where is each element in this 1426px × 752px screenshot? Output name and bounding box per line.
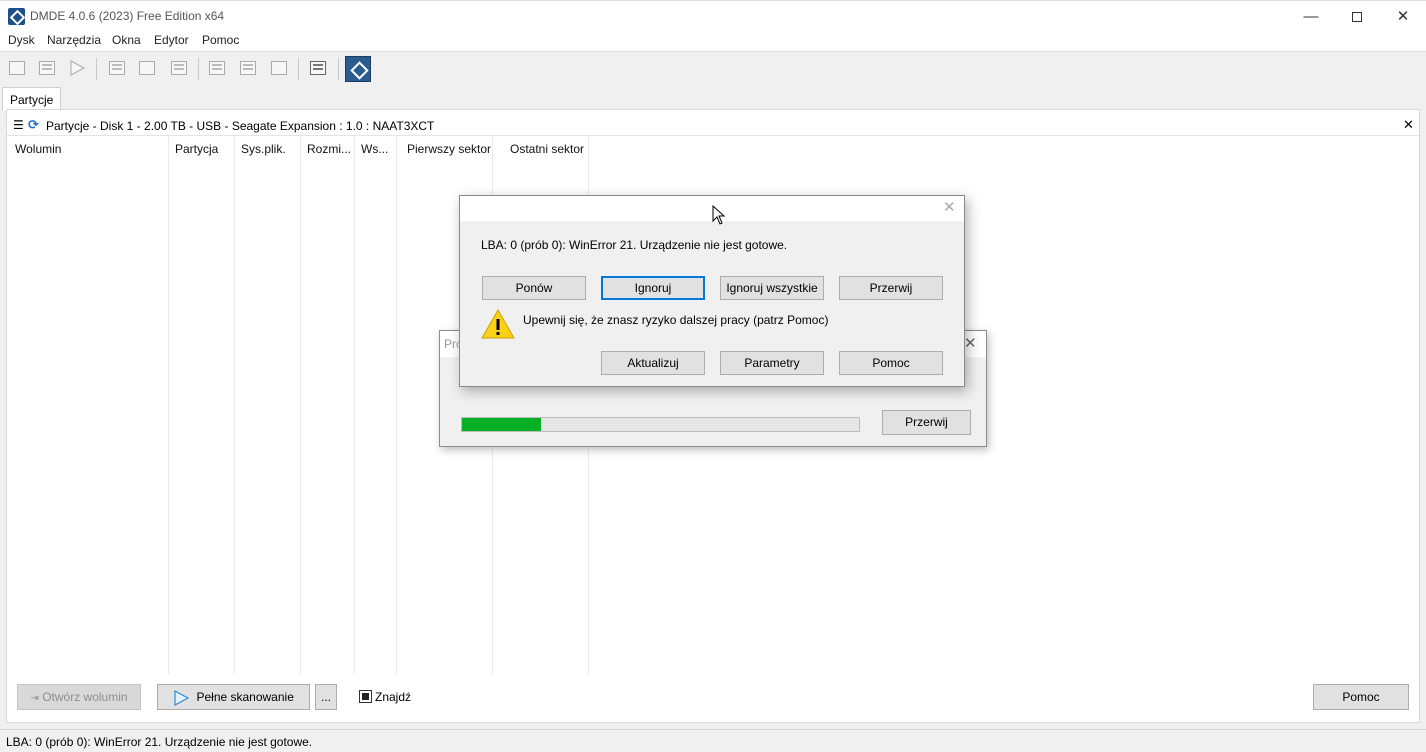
ignore-all-button[interactable]: Ignoruj wszystkie xyxy=(720,276,824,300)
abort-button[interactable]: Przerwij xyxy=(839,276,943,300)
toolbar-separator xyxy=(298,58,299,80)
play-icon[interactable] xyxy=(66,57,88,79)
column-divider xyxy=(300,136,301,674)
title-bar: DMDE 4.0.6 (2023) Free Edition x64 — ✕ xyxy=(0,0,1426,31)
progress-bar xyxy=(461,417,860,432)
search-sector-icon[interactable] xyxy=(136,57,158,79)
find-checkbox[interactable] xyxy=(359,690,372,703)
menu-narzedzia[interactable]: Narzędzia xyxy=(47,33,101,47)
column-header-partycja[interactable]: Partycja xyxy=(175,142,218,156)
column-divider xyxy=(234,136,235,674)
error-dialog-close-button[interactable]: ✕ xyxy=(943,198,956,216)
tree-view-icon[interactable] xyxy=(206,57,228,79)
open-volume-button[interactable]: ⇥ Otwórz wolumin xyxy=(17,684,141,710)
toolbar-separator xyxy=(338,58,339,80)
open-volume-icon: ⇥ xyxy=(30,693,39,704)
column-header-rozmiar[interactable]: Rozmi... xyxy=(307,142,351,156)
parameters-button[interactable]: Parametry xyxy=(720,351,824,375)
windows-icon[interactable] xyxy=(307,57,329,79)
ignore-button[interactable]: Ignoruj xyxy=(601,276,705,300)
menu-pomoc[interactable]: Pomoc xyxy=(202,33,239,47)
progress-cancel-button[interactable]: Przerwij xyxy=(882,410,971,435)
retry-button[interactable]: Ponów xyxy=(482,276,586,300)
minimize-button[interactable]: — xyxy=(1288,1,1334,32)
new-document-icon[interactable] xyxy=(168,57,190,79)
panel-close-button[interactable]: ✕ xyxy=(1403,117,1414,133)
maximize-button[interactable] xyxy=(1334,1,1380,32)
column-header-ostatni-sektor[interactable]: Ostatni sektor xyxy=(510,142,584,156)
column-header-wolumin[interactable]: Wolumin xyxy=(15,142,61,156)
menu-dysk[interactable]: Dysk xyxy=(8,33,35,47)
column-header-sys-plik[interactable]: Sys.plik. xyxy=(241,142,286,156)
sector-nav-icon[interactable] xyxy=(106,57,128,79)
partitions-icon[interactable] xyxy=(36,57,58,79)
status-bar: LBA: 0 (prób 0): WinError 21. Urządzenie… xyxy=(0,729,1426,752)
status-text: LBA: 0 (prób 0): WinError 21. Urządzenie… xyxy=(6,735,313,749)
update-button[interactable]: Aktualizuj xyxy=(601,351,705,375)
open-volume-label: Otwórz wolumin xyxy=(42,690,128,704)
error-message: LBA: 0 (prób 0): WinError 21. Urządzenie… xyxy=(481,238,788,252)
menu-okna[interactable]: Okna xyxy=(112,33,141,47)
column-header-ws[interactable]: Ws... xyxy=(361,142,388,156)
progress-dialog-close-button[interactable]: ✕ xyxy=(964,334,977,352)
tab-strip: Partycje xyxy=(0,85,1426,111)
column-header-pierwszy-sektor[interactable]: Pierwszy sektor xyxy=(407,142,491,156)
warning-icon xyxy=(481,308,515,339)
menu-bar: Dysk Narzędzia Okna Edytor Pomoc xyxy=(0,31,1426,51)
maximize-icon xyxy=(1352,12,1362,23)
close-window-button[interactable]: ✕ xyxy=(1380,1,1426,32)
progress-bar-fill xyxy=(462,418,542,431)
tab-partycje[interactable]: Partycje xyxy=(2,87,62,111)
menu-edytor[interactable]: Edytor xyxy=(154,33,189,47)
refresh-icon[interactable]: ⟳ xyxy=(28,117,39,133)
toolbar-separator xyxy=(198,58,199,80)
find-label: Znajdź xyxy=(375,690,412,704)
panel-header: ☰ ⟳ Partycje - Disk 1 - 2.00 TB - USB - … xyxy=(7,116,1419,136)
toolbar xyxy=(0,51,1426,85)
hamburger-menu-icon[interactable]: ☰ xyxy=(13,118,24,132)
column-divider xyxy=(354,136,355,674)
drive-icon[interactable] xyxy=(6,57,28,79)
panel-title: Partycje - Disk 1 - 2.00 TB - USB - Seag… xyxy=(46,119,435,133)
more-options-button[interactable]: ... xyxy=(315,684,337,710)
column-divider xyxy=(396,136,397,674)
dmde-logo-icon[interactable] xyxy=(345,56,371,82)
full-scan-label: Pełne skanowanie xyxy=(196,690,294,704)
mouse-cursor-icon xyxy=(712,205,726,225)
dialog-help-button[interactable]: Pomoc xyxy=(839,351,943,375)
window-title: DMDE 4.0.6 (2023) Free Edition x64 xyxy=(30,9,225,23)
warning-text: Upewnij się, że znasz ryzyko dalszej pra… xyxy=(523,313,829,327)
list-view-icon[interactable] xyxy=(237,57,259,79)
app-logo-icon xyxy=(8,8,25,25)
play-icon xyxy=(174,689,190,706)
column-divider xyxy=(168,136,169,674)
grid-view-icon[interactable] xyxy=(268,57,290,79)
toolbar-separator xyxy=(96,58,97,80)
full-scan-button[interactable]: Pełne skanowanie xyxy=(157,684,310,710)
help-button[interactable]: Pomoc xyxy=(1313,684,1409,710)
